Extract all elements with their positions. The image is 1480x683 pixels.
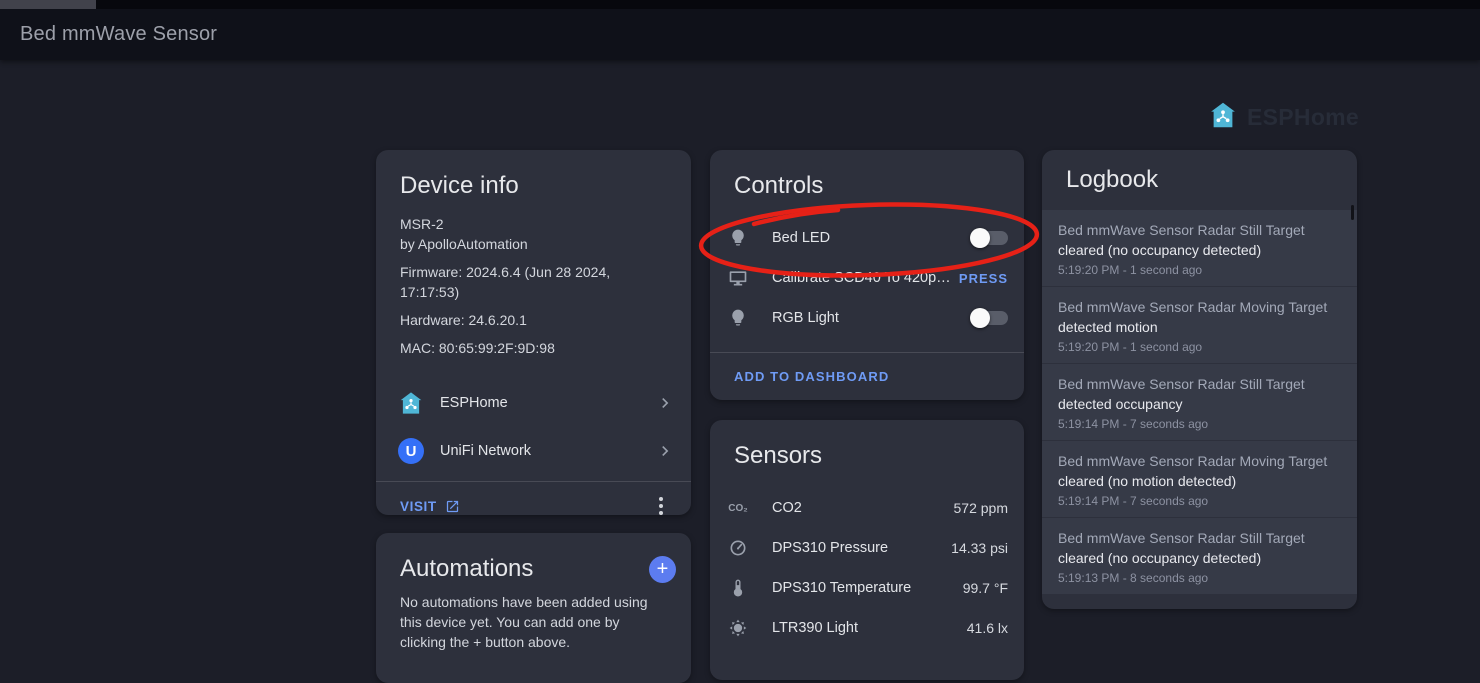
sensor-label: DPS310 Pressure bbox=[772, 540, 951, 556]
co2-icon: CO₂ bbox=[726, 503, 750, 514]
chevron-right-icon bbox=[655, 441, 675, 461]
logbook-entries: Bed mmWave Sensor Radar Still Target cle… bbox=[1042, 210, 1357, 594]
page-title: Bed mmWave Sensor bbox=[20, 23, 217, 46]
device-info-card: Device info MSR-2 by ApolloAutomation Fi… bbox=[376, 150, 691, 515]
device-hardware: Hardware: 24.6.20.1 bbox=[400, 310, 667, 330]
automations-header: Automations + bbox=[376, 533, 691, 583]
control-label-calibrate: Calibrate SCD40 To 420p… bbox=[772, 270, 951, 286]
esphome-logo-icon bbox=[1208, 100, 1238, 135]
logbook-entity: Bed mmWave Sensor Radar Still Target bbox=[1058, 530, 1305, 546]
esphome-icon bbox=[398, 390, 424, 416]
automations-card: Automations + No automations have been a… bbox=[376, 533, 691, 683]
gauge-icon bbox=[726, 538, 750, 558]
logbook-action: cleared (no occupancy detected) bbox=[1058, 550, 1261, 566]
sensor-label: LTR390 Light bbox=[772, 620, 967, 636]
browser-edge-strip bbox=[0, 0, 1480, 9]
automations-title: Automations bbox=[400, 555, 649, 583]
device-manufacturer: by ApolloAutomation bbox=[400, 234, 667, 254]
sensors-rows: CO₂ CO2 572 ppm DPS310 Pressure 14.33 ps… bbox=[710, 488, 1024, 648]
control-row-calibrate: Calibrate SCD40 To 420p… PRESS bbox=[710, 258, 1024, 298]
logbook-entry[interactable]: Bed mmWave Sensor Radar Still Target det… bbox=[1042, 364, 1357, 440]
chevron-right-icon bbox=[655, 393, 675, 413]
toggle-knob bbox=[970, 308, 990, 328]
sensor-value: 99.7 °F bbox=[963, 580, 1008, 596]
visit-button[interactable]: VISIT bbox=[400, 499, 460, 514]
logbook-entry[interactable]: Bed mmWave Sensor Radar Moving Target de… bbox=[1042, 287, 1357, 363]
link-row-unifi-network[interactable]: U UniFi Network bbox=[376, 427, 691, 475]
sensor-row-light[interactable]: LTR390 Light 41.6 lx bbox=[710, 608, 1024, 648]
automations-empty-text: No automations have been added using thi… bbox=[376, 583, 691, 652]
device-mac: MAC: 80:65:99:2F:9D:98 bbox=[400, 338, 667, 358]
control-label-rgb-light: RGB Light bbox=[772, 310, 839, 326]
sensor-row-co2[interactable]: CO₂ CO2 572 ppm bbox=[710, 488, 1024, 528]
sensor-label: CO2 bbox=[772, 500, 954, 516]
open-in-new-icon bbox=[445, 499, 460, 514]
brightness-icon bbox=[726, 618, 750, 638]
logbook-title: Logbook bbox=[1042, 150, 1357, 194]
logbook-time: 5:19:13 PM - 8 seconds ago bbox=[1058, 571, 1341, 585]
browser-tab-fragment bbox=[0, 0, 96, 9]
logbook-entry[interactable]: Bed mmWave Sensor Radar Still Target cle… bbox=[1042, 518, 1357, 594]
logbook-action: detected occupancy bbox=[1058, 396, 1183, 412]
logbook-scrollbar[interactable] bbox=[1351, 205, 1354, 220]
visit-label: VISIT bbox=[400, 499, 437, 514]
logbook-entry[interactable]: Bed mmWave Sensor Radar Still Target cle… bbox=[1042, 210, 1357, 286]
logbook-action: cleared (no motion detected) bbox=[1058, 473, 1236, 489]
esphome-brand: ESPHome bbox=[1208, 100, 1359, 135]
device-model: MSR-2 bbox=[400, 214, 667, 234]
link-label-esphome: ESPHome bbox=[440, 395, 655, 411]
logbook-action: cleared (no occupancy detected) bbox=[1058, 242, 1261, 258]
toggle-knob bbox=[970, 228, 990, 248]
logbook-entity: Bed mmWave Sensor Radar Moving Target bbox=[1058, 453, 1327, 469]
controls-title: Controls bbox=[710, 150, 1024, 200]
thermometer-icon bbox=[726, 578, 750, 598]
add-to-dashboard-button[interactable]: ADD TO DASHBOARD bbox=[710, 353, 1024, 400]
logbook-entity: Bed mmWave Sensor Radar Still Target bbox=[1058, 376, 1305, 392]
device-info-title: Device info bbox=[376, 150, 691, 200]
press-button[interactable]: PRESS bbox=[959, 271, 1008, 286]
control-row-rgb-light: RGB Light bbox=[710, 298, 1024, 338]
device-info-details: MSR-2 by ApolloAutomation Firmware: 2024… bbox=[376, 200, 691, 358]
controls-rows: Bed LED Calibrate SCD40 To 420p… PRESS R… bbox=[710, 218, 1024, 338]
logbook-time: 5:19:20 PM - 1 second ago bbox=[1058, 340, 1341, 354]
sensor-value: 14.33 psi bbox=[951, 540, 1008, 556]
logbook-time: 5:19:20 PM - 1 second ago bbox=[1058, 263, 1341, 277]
sensor-row-pressure[interactable]: DPS310 Pressure 14.33 psi bbox=[710, 528, 1024, 568]
link-row-esphome[interactable]: ESPHome bbox=[376, 379, 691, 427]
sensor-row-temperature[interactable]: DPS310 Temperature 99.7 °F bbox=[710, 568, 1024, 608]
control-row-bed-led: Bed LED bbox=[710, 218, 1024, 258]
kebab-menu-icon[interactable] bbox=[649, 497, 673, 515]
logbook-entity: Bed mmWave Sensor Radar Moving Target bbox=[1058, 299, 1327, 315]
lightbulb-icon bbox=[726, 228, 750, 248]
calibrate-icon bbox=[726, 268, 750, 288]
sensor-label: DPS310 Temperature bbox=[772, 580, 963, 596]
add-automation-button[interactable]: + bbox=[649, 556, 676, 583]
sensors-card: Sensors CO₂ CO2 572 ppm DPS310 Pressure … bbox=[710, 420, 1024, 680]
link-label-unifi: UniFi Network bbox=[440, 443, 655, 459]
device-related-links: ESPHome U UniFi Network bbox=[376, 379, 691, 475]
logbook-entry[interactable]: Bed mmWave Sensor Radar Moving Target cl… bbox=[1042, 441, 1357, 517]
device-card-footer: VISIT bbox=[376, 482, 691, 515]
bed-led-toggle[interactable] bbox=[970, 228, 1008, 248]
logbook-time: 5:19:14 PM - 7 seconds ago bbox=[1058, 494, 1341, 508]
logbook-entity: Bed mmWave Sensor Radar Still Target bbox=[1058, 222, 1305, 238]
device-firmware: Firmware: 2024.6.4 (Jun 28 2024, 17:17:5… bbox=[400, 262, 667, 302]
rgb-light-toggle[interactable] bbox=[970, 308, 1008, 328]
controls-card: Controls Bed LED Calibrate SCD40 To 420p… bbox=[710, 150, 1024, 400]
sensor-value: 41.6 lx bbox=[967, 620, 1008, 636]
lightbulb-icon bbox=[726, 308, 750, 328]
logbook-action: detected motion bbox=[1058, 319, 1158, 335]
sensors-title: Sensors bbox=[710, 420, 1024, 470]
app-header: Bed mmWave Sensor bbox=[0, 9, 1480, 60]
unifi-icon: U bbox=[398, 438, 424, 464]
logbook-time: 5:19:14 PM - 7 seconds ago bbox=[1058, 417, 1341, 431]
control-label-bed-led: Bed LED bbox=[772, 230, 830, 246]
esphome-brand-text: ESPHome bbox=[1247, 104, 1359, 131]
logbook-card: Logbook Bed mmWave Sensor Radar Still Ta… bbox=[1042, 150, 1357, 609]
sensor-value: 572 ppm bbox=[954, 500, 1008, 516]
